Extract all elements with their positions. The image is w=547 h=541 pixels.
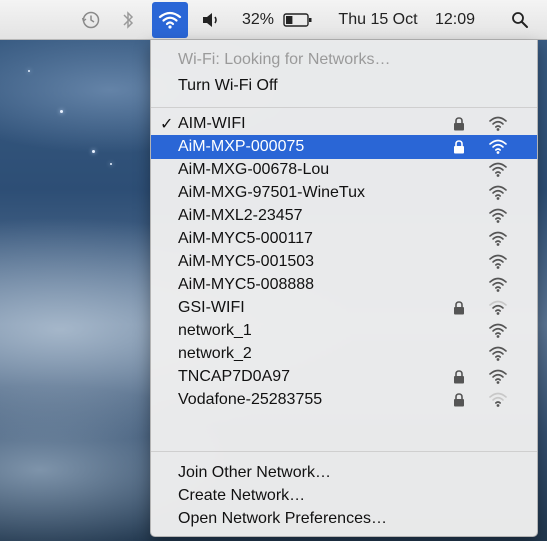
create-network-item[interactable]: Create Network…	[151, 484, 537, 508]
clock-date[interactable]: Thu 15 Oct	[330, 0, 426, 40]
wifi-signal-icon	[489, 369, 507, 384]
wifi-signal-icon	[489, 162, 507, 177]
wifi-signal-icon	[489, 346, 507, 361]
wifi-signal-icon	[489, 277, 507, 292]
network-item[interactable]: AiM-MYC5-008888	[151, 273, 537, 297]
volume-icon[interactable]	[198, 0, 224, 40]
open-network-preferences-label: Open Network Preferences…	[178, 510, 387, 527]
network-name: AiM-MYC5-000117	[178, 230, 313, 247]
open-network-preferences-item[interactable]: Open Network Preferences…	[151, 507, 537, 531]
search-icon[interactable]	[507, 0, 533, 40]
network-name: AIM-WIFI	[178, 115, 246, 132]
wifi-signal-icon	[489, 231, 507, 246]
wallpaper-star	[92, 150, 95, 153]
network-item[interactable]: AiM-MYC5-001503	[151, 250, 537, 274]
network-item[interactable]: ✓ AIM-WIFI	[151, 112, 537, 136]
join-other-network-item[interactable]: Join Other Network…	[151, 461, 537, 485]
turn-wifi-off-item[interactable]: Turn Wi-Fi Off	[151, 74, 537, 98]
wifi-signal-icon	[489, 392, 507, 407]
wifi-signal-icon	[489, 116, 507, 131]
lock-icon	[454, 393, 464, 407]
bluetooth-icon[interactable]	[116, 0, 140, 40]
wallpaper-star	[28, 70, 30, 72]
menu-separator	[151, 107, 537, 108]
network-name: TNCAP7D0A97	[178, 368, 291, 385]
wifi-signal-icon	[489, 139, 507, 154]
network-item[interactable]: AiM-MYC5-000117	[151, 227, 537, 251]
menu-bar: 32% Thu 15 Oct 12:09	[0, 0, 547, 40]
battery-percent[interactable]: 32%	[237, 0, 279, 40]
network-name: network_1	[178, 322, 252, 339]
wallpaper-star	[60, 110, 63, 113]
network-item[interactable]: AiM-MXP-000075	[151, 135, 537, 159]
network-item[interactable]: AiM-MXG-00678-Lou	[151, 158, 537, 182]
lock-icon	[454, 301, 464, 315]
network-item[interactable]: TNCAP7D0A97	[151, 365, 537, 389]
network-name: AiM-MYC5-008888	[178, 276, 315, 293]
wifi-status-label: Wi-Fi: Looking for Networks…	[178, 51, 391, 68]
network-name: AiM-MXL2-23457	[178, 207, 303, 224]
network-name: network_2	[178, 345, 252, 362]
network-name: AiM-MXG-00678-Lou	[178, 161, 330, 178]
network-item[interactable]: AiM-MXG-97501-WineTux	[151, 181, 537, 205]
wallpaper-star	[110, 163, 112, 165]
network-name: AiM-MXP-000075	[178, 138, 305, 155]
wifi-signal-icon	[489, 208, 507, 223]
clock-time[interactable]: 12:09	[430, 0, 480, 40]
join-other-network-label: Join Other Network…	[178, 464, 331, 481]
menu-separator	[151, 451, 537, 452]
network-name: AiM-MYC5-001503	[178, 253, 315, 270]
lock-icon	[454, 140, 464, 154]
network-item[interactable]: network_1	[151, 319, 537, 343]
network-item[interactable]: GSI-WIFI	[151, 296, 537, 320]
wifi-signal-icon	[489, 323, 507, 338]
network-name: AiM-MXG-97501-WineTux	[178, 184, 366, 201]
wifi-icon	[158, 11, 182, 29]
network-item[interactable]: AiM-MXL2-23457	[151, 204, 537, 228]
turn-wifi-off-label: Turn Wi-Fi Off	[178, 77, 278, 94]
create-network-label: Create Network…	[178, 487, 306, 504]
lock-icon	[454, 370, 464, 384]
wifi-signal-icon	[489, 300, 507, 315]
network-name: GSI-WIFI	[178, 299, 245, 316]
wifi-status: Wi-Fi: Looking for Networks…	[151, 48, 537, 72]
time-machine-icon[interactable]	[78, 0, 104, 40]
network-item[interactable]: Vodafone-25283755	[151, 388, 537, 412]
network-name: Vodafone-25283755	[178, 391, 323, 408]
battery-icon[interactable]	[281, 0, 315, 40]
network-item[interactable]: network_2	[151, 342, 537, 366]
wifi-dropdown-menu: Wi-Fi: Looking for Networks… Turn Wi-Fi …	[150, 40, 538, 537]
wifi-signal-icon	[489, 254, 507, 269]
wifi-signal-icon	[489, 185, 507, 200]
lock-icon	[454, 117, 464, 131]
checkmark-icon: ✓	[160, 116, 174, 133]
wifi-menu-extra[interactable]	[152, 2, 188, 38]
